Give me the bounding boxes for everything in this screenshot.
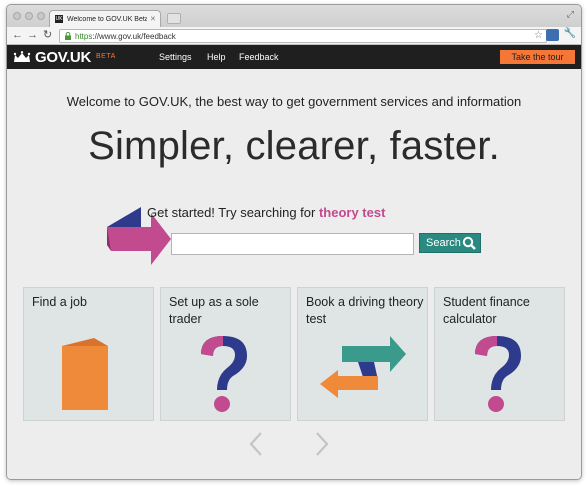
welcome-text: Welcome to GOV.UK, the best way to get g… [66,94,522,109]
fullscreen-icon[interactable]: ⤢ [567,9,574,20]
page-content: Welcome to GOV.UK, the best way to get g… [7,69,581,479]
url-text: https://www.gov.uk/feedback [75,32,176,41]
nav-settings[interactable]: Settings [159,52,192,62]
extension-icon[interactable] [546,29,559,41]
nav-help[interactable]: Help [207,52,226,62]
nav-feedback[interactable]: Feedback [239,52,279,62]
lock-icon [65,32,71,40]
crown-icon [13,51,31,62]
card-title: Set up as a sole trader [169,295,259,326]
search-icon [462,236,476,250]
wrench-icon[interactable]: 🔧 [564,28,576,39]
browser-window: UK Welcome to GOV.UK Beta (Te ✕ ⤢ ← → ↻ … [6,4,582,480]
back-arrow-icon[interactable]: ← [12,29,23,42]
browser-tab[interactable]: UK Welcome to GOV.UK Beta (Te ✕ [49,10,161,27]
folder-icon [62,338,108,410]
address-bar[interactable]: https://www.gov.uk/feedback ☆ [59,29,547,43]
search-prompt: Get started! Try searching for theory te… [147,205,386,220]
question-mark-icon [201,336,247,412]
card-title: Book a driving theory test [306,295,424,326]
take-the-tour-button[interactable]: Take the tour [500,50,575,64]
chevron-right-icon[interactable] [313,431,331,457]
minimize-window-button[interactable] [25,12,33,20]
card-sole-trader[interactable]: Set up as a sole trader [160,287,291,421]
search-input[interactable] [171,233,414,255]
browser-toolbar: ← → ↻ https://www.gov.uk/feedback ☆ 🔧 [7,27,581,45]
card-driving-theory-test[interactable]: Book a driving theory test [297,287,428,421]
tab-close-icon[interactable]: ✕ [150,15,156,23]
govuk-header: GOV.UK BETA Settings Help Feedback Take … [7,45,581,69]
page-title: Simpler, clearer, faster. [88,124,500,168]
forward-arrow-icon[interactable]: → [27,29,38,42]
question-mark-icon [475,336,521,412]
beta-badge: BETA [96,53,116,60]
tab-bar: UK Welcome to GOV.UK Beta (Te ✕ ⤢ [7,5,581,27]
zoom-window-button[interactable] [37,12,45,20]
card-find-a-job[interactable]: Find a job [23,287,154,421]
star-icon[interactable]: ☆ [534,30,543,41]
suggestion-link[interactable]: theory test [319,205,385,220]
govuk-logo[interactable]: GOV.UK [35,49,91,66]
close-window-button[interactable] [13,12,21,20]
chevron-left-icon[interactable] [247,431,265,457]
card-student-finance[interactable]: Student finance calculator [434,287,565,421]
search-button[interactable]: Search [419,233,481,253]
card-title: Find a job [32,295,87,309]
govuk-favicon-icon: UK [55,15,63,23]
reload-icon[interactable]: ↻ [43,29,52,42]
new-tab-button[interactable] [167,13,181,24]
tab-title: Welcome to GOV.UK Beta (Te [67,15,147,23]
two-way-arrows-icon [320,336,406,398]
card-title: Student finance calculator [443,295,530,326]
